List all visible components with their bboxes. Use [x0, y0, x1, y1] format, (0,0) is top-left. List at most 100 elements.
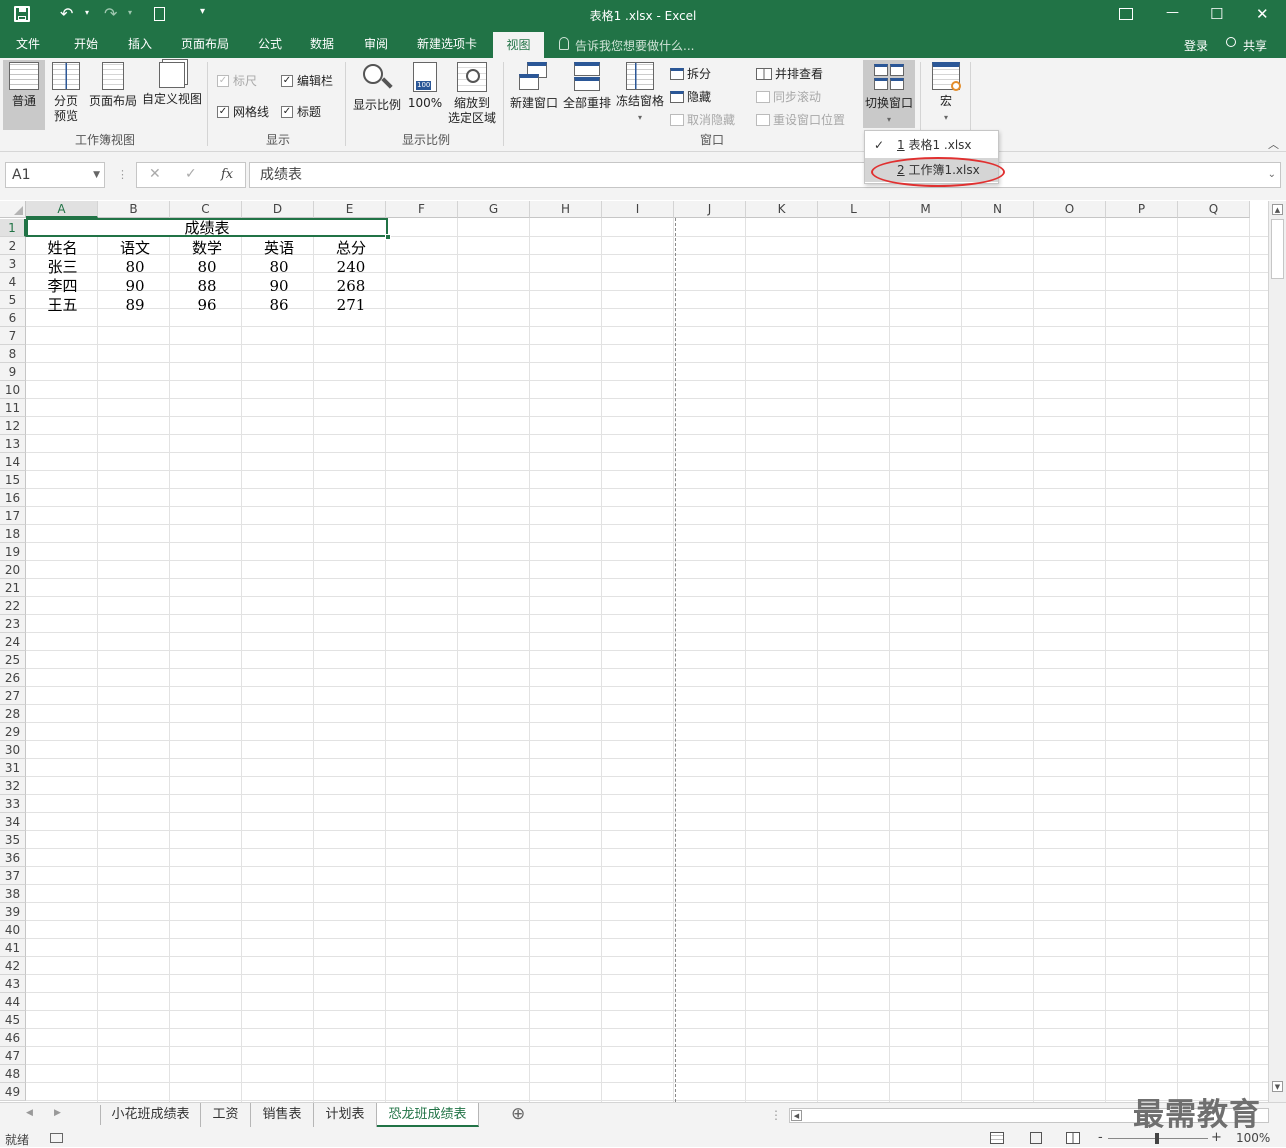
chevron-down-icon[interactable]: ▼: [93, 163, 100, 187]
row-header[interactable]: 8: [0, 345, 26, 363]
ribbon-display-icon[interactable]: [1119, 8, 1133, 20]
tab-file[interactable]: 文件: [6, 30, 50, 58]
data-cell[interactable]: 86: [243, 296, 315, 314]
header-cell[interactable]: 总分: [315, 239, 387, 257]
row-header[interactable]: 38: [0, 885, 26, 903]
formula-bar-checkbox[interactable]: ✓ 编辑栏: [281, 72, 333, 89]
data-cell[interactable]: 96: [171, 296, 243, 314]
row-header[interactable]: 23: [0, 615, 26, 633]
column-header[interactable]: O: [1034, 201, 1106, 218]
page-break-preview-button[interactable]: 分页 预览: [48, 60, 84, 124]
data-cell[interactable]: 王五: [26, 296, 99, 314]
close-button[interactable]: ✕: [1256, 5, 1269, 23]
side-by-side-button[interactable]: 并排查看: [756, 65, 823, 82]
column-header[interactable]: B: [98, 201, 170, 218]
header-cell[interactable]: 英语: [243, 239, 315, 257]
column-header[interactable]: E: [314, 201, 386, 218]
row-header[interactable]: 2: [0, 237, 26, 255]
headings-checkbox[interactable]: ✓ 标题: [281, 103, 321, 120]
expand-formula-icon[interactable]: ⌄: [1268, 163, 1276, 187]
minimize-button[interactable]: —: [1166, 5, 1179, 20]
normal-view-status-icon[interactable]: [990, 1132, 1004, 1144]
header-cell[interactable]: 数学: [171, 239, 243, 257]
row-header[interactable]: 14: [0, 453, 26, 471]
row-header[interactable]: 26: [0, 669, 26, 687]
row-header[interactable]: 12: [0, 417, 26, 435]
data-cell[interactable]: 240: [315, 258, 387, 276]
row-header[interactable]: 46: [0, 1029, 26, 1047]
row-header[interactable]: 13: [0, 435, 26, 453]
row-header[interactable]: 1: [0, 219, 26, 237]
save-icon[interactable]: [14, 6, 30, 22]
column-header[interactable]: I: [602, 201, 674, 218]
row-header[interactable]: 6: [0, 309, 26, 327]
tab-page-layout[interactable]: 页面布局: [174, 30, 236, 58]
column-header[interactable]: M: [890, 201, 962, 218]
column-header[interactable]: C: [170, 201, 242, 218]
row-header[interactable]: 35: [0, 831, 26, 849]
tab-insert[interactable]: 插入: [118, 30, 162, 58]
maximize-button[interactable]: ☐: [1210, 5, 1223, 23]
switch-windows-button[interactable]: 切换窗口 ▾: [863, 60, 915, 127]
insert-function-icon[interactable]: fx: [221, 167, 233, 182]
tab-scroll-right-icon[interactable]: ▶: [54, 1108, 61, 1118]
column-header[interactable]: K: [746, 201, 818, 218]
column-header[interactable]: G: [458, 201, 530, 218]
freeze-panes-button[interactable]: 冻结窗格 ▾: [614, 60, 666, 125]
row-header[interactable]: 45: [0, 1011, 26, 1029]
row-header[interactable]: 42: [0, 957, 26, 975]
data-cell[interactable]: 李四: [26, 277, 99, 295]
reset-position-button[interactable]: 重设窗口位置: [756, 111, 845, 128]
column-header[interactable]: J: [674, 201, 746, 218]
row-header[interactable]: 41: [0, 939, 26, 957]
sheet-tab-active[interactable]: 恐龙班成绩表: [377, 1103, 479, 1127]
row-header[interactable]: 25: [0, 651, 26, 669]
row-header[interactable]: 34: [0, 813, 26, 831]
split-button[interactable]: 拆分: [670, 65, 711, 82]
sync-scroll-button[interactable]: 同步滚动: [756, 88, 821, 105]
macros-button[interactable]: 宏 ▾: [925, 60, 967, 125]
tab-formulas[interactable]: 公式: [248, 30, 292, 58]
row-header[interactable]: 4: [0, 273, 26, 291]
macro-record-icon[interactable]: [50, 1133, 63, 1143]
row-header[interactable]: 20: [0, 561, 26, 579]
column-header[interactable]: N: [962, 201, 1034, 218]
zoom-out-button[interactable]: -: [1098, 1130, 1103, 1145]
add-sheet-button[interactable]: ⊕: [511, 1104, 525, 1124]
unhide-button[interactable]: 取消隐藏: [670, 111, 735, 128]
page-break-status-icon[interactable]: [1066, 1132, 1080, 1144]
column-header[interactable]: A: [26, 201, 98, 218]
row-header[interactable]: 37: [0, 867, 26, 885]
data-cell[interactable]: 80: [243, 258, 315, 276]
data-cell[interactable]: 80: [171, 258, 243, 276]
share-button[interactable]: 共享: [1243, 37, 1267, 54]
data-cell[interactable]: 88: [171, 277, 243, 295]
select-all-corner[interactable]: [0, 201, 26, 218]
customize-qat-icon[interactable]: ▾: [200, 6, 205, 17]
zoom-slider-thumb[interactable]: [1155, 1133, 1159, 1144]
custom-views-button[interactable]: 自定义视图: [141, 60, 203, 107]
data-cell[interactable]: 80: [99, 258, 171, 276]
header-cell[interactable]: 姓名: [26, 239, 99, 257]
name-box[interactable]: A1 ▼: [5, 162, 105, 188]
hscroll-left-icon[interactable]: ◀: [791, 1110, 802, 1121]
column-header[interactable]: D: [242, 201, 314, 218]
sheet-tab[interactable]: 小花班成绩表: [101, 1103, 201, 1127]
row-header[interactable]: 7: [0, 327, 26, 345]
row-header[interactable]: 39: [0, 903, 26, 921]
zoom-100-button[interactable]: 100 100%: [406, 60, 444, 111]
scroll-down-icon[interactable]: ▼: [1272, 1081, 1283, 1092]
gridlines-checkbox[interactable]: ✓ 网格线: [217, 103, 269, 120]
tell-me-box[interactable]: 告诉我您想要做什么...: [575, 37, 694, 54]
tab-splitter-icon[interactable]: ⋮: [770, 1108, 782, 1122]
data-cell[interactable]: 90: [99, 277, 171, 295]
tab-data[interactable]: 数据: [300, 30, 344, 58]
data-cell[interactable]: 89: [99, 296, 171, 314]
hide-button[interactable]: 隐藏: [670, 88, 711, 105]
worksheet-grid[interactable]: ABCDEFGHIJKLMNOPQ 1 2 3 4 5 6 7 8 9 10 11 12 13 14 15 1…: [0, 201, 1268, 1102]
tab-home[interactable]: 开始: [64, 30, 108, 58]
column-header[interactable]: F: [386, 201, 458, 218]
row-header[interactable]: 22: [0, 597, 26, 615]
switch-menu-item-1[interactable]: ✓ 1 表格1 .xlsx: [865, 133, 998, 157]
header-cell[interactable]: 语文: [99, 239, 171, 257]
